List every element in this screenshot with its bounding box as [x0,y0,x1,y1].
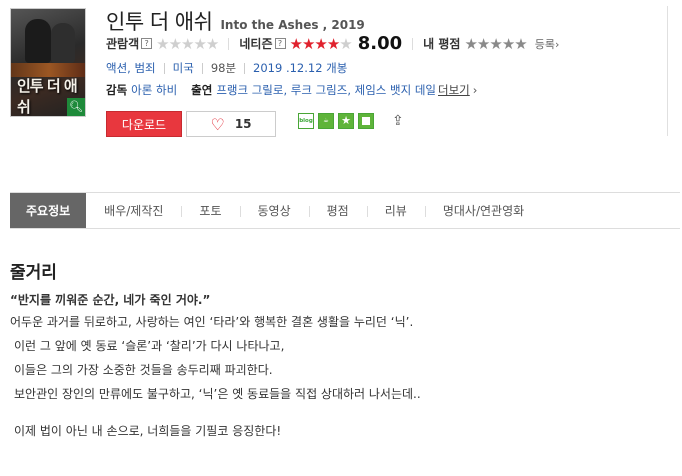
title-row: 인투 더 애쉬 Into the Ashes , 2019 [106,6,365,36]
audience-rating-label: 관람객 [106,37,140,51]
heart-icon: ♡ [210,114,225,134]
register-rating-link[interactable]: 등록› [535,36,560,52]
genre-link[interactable]: 액션, 범죄 [106,60,156,76]
movie-tabs: 주요정보 배우/제작진 포토 동영상 평점 리뷰 명대사/연관영화 [10,192,680,229]
synopsis-line: 이제 법이 아닌 내 손으로, 너희들을 기필코 응징한다! [14,424,282,438]
share-bar: blog ☕ ★ ⇪ [298,113,404,129]
my-rating-stars[interactable]: ★★★★★ [464,35,527,53]
director-label: 감독 [106,83,128,97]
synopsis: “반지를 끼워준 순간, 네가 죽인 거야.” 어두운 과거를 뒤로하고, 사랑… [10,293,670,448]
synopsis-quote: “반지를 끼워준 순간, 네가 죽인 거야.” [10,293,211,307]
netizen-score: 8.00 [357,33,403,54]
cast-row: 감독 아론 하비 출연 프랭크 그릴로, 루크 그림즈, 제임스 뱃지 데일 더… [106,82,477,98]
poster-figure [51,23,75,63]
my-rating-label: 내 평점 [423,37,461,51]
actors-link[interactable]: 프랭크 그릴로, 루크 그림즈, 제임스 뱃지 데일 [216,82,436,98]
rating-row: 관람객 ? ★★★★★ 네티즌 ? ★★★★★ 8.00 내 평점 ★★★★★ … [106,33,559,54]
cafe-share-icon[interactable]: ☕ [318,113,334,129]
tab-cast-crew[interactable]: 배우/제작진 [86,193,181,228]
netizen-stars-filled: ★★★★ [289,34,341,53]
netizen-stars: ★★★★★ [289,34,353,53]
synopsis-line: 이런 그 앞에 옛 동료 ‘슬론’과 ‘찰리’가 다시 나타나고, [14,339,285,353]
tab-photo[interactable]: 포토 [181,193,239,228]
divider [244,62,246,74]
divider [228,37,230,50]
like-button[interactable]: ♡ 15 [186,111,276,137]
chevron-right-icon: › [554,37,560,51]
director-link[interactable]: 아론 하비 [131,82,177,98]
like-count: 15 [234,117,252,131]
memo-share-icon[interactable] [358,113,374,129]
tab-quotes-related[interactable]: 명대사/연관영화 [424,193,542,228]
audience-stars: ★★★★★ [156,34,219,53]
runtime: 98분 [210,61,237,75]
cast-more-link[interactable]: 더보기 [438,82,470,98]
section-title: 줄거리 [10,263,57,283]
release-date[interactable]: 2019 .12.12 개봉 [253,60,347,76]
movie-title: 인투 더 애쉬 [106,10,213,34]
poster-figure [25,19,51,63]
divider [163,62,165,74]
tab-main-info[interactable]: 주요정보 [10,193,87,228]
help-icon[interactable]: ? [274,38,286,49]
register-label: 등록 [534,37,555,51]
vertical-divider [667,6,668,136]
tab-review[interactable]: 리뷰 [366,193,425,228]
synopsis-line: 어두운 과거를 뒤로하고, 사랑하는 여인 ‘타라’와 행복한 결혼 생활을 누… [10,315,414,329]
movie-poster[interactable]: 인투 더 애쉬 🔍︎ [10,8,86,117]
tab-video[interactable]: 동영상 [239,193,309,228]
divider [412,37,414,50]
divider [201,62,203,74]
zoom-icon[interactable]: 🔍︎ [67,98,85,116]
download-button[interactable]: 다운로드 [106,111,182,137]
netizen-stars-empty: ★ [339,34,352,53]
chevron-right-icon: › [472,83,478,97]
tab-rating[interactable]: 평점 [308,193,367,228]
cast-label: 출연 [191,83,213,97]
bookmark-share-icon[interactable]: ★ [338,113,354,129]
netizen-rating-label: 네티즌 [239,37,273,51]
help-icon[interactable]: ? [141,38,153,49]
synopsis-line: 보안관인 장인의 만류에도 불구하고, ‘닉’은 옛 동료들을 직접 상대하러 … [14,387,421,401]
movie-title-en: Into the Ashes , 2019 [220,18,365,32]
country-link[interactable]: 미국 [173,60,194,76]
synopsis-line: 이들은 그의 가장 소중한 것들을 송두리째 파괴한다. [14,363,273,377]
movie-meta: 액션, 범죄 미국 98분 2019 .12.12 개봉 [106,60,347,76]
blog-share-icon[interactable]: blog [298,113,314,129]
share-icon[interactable]: ⇪ [392,113,404,129]
